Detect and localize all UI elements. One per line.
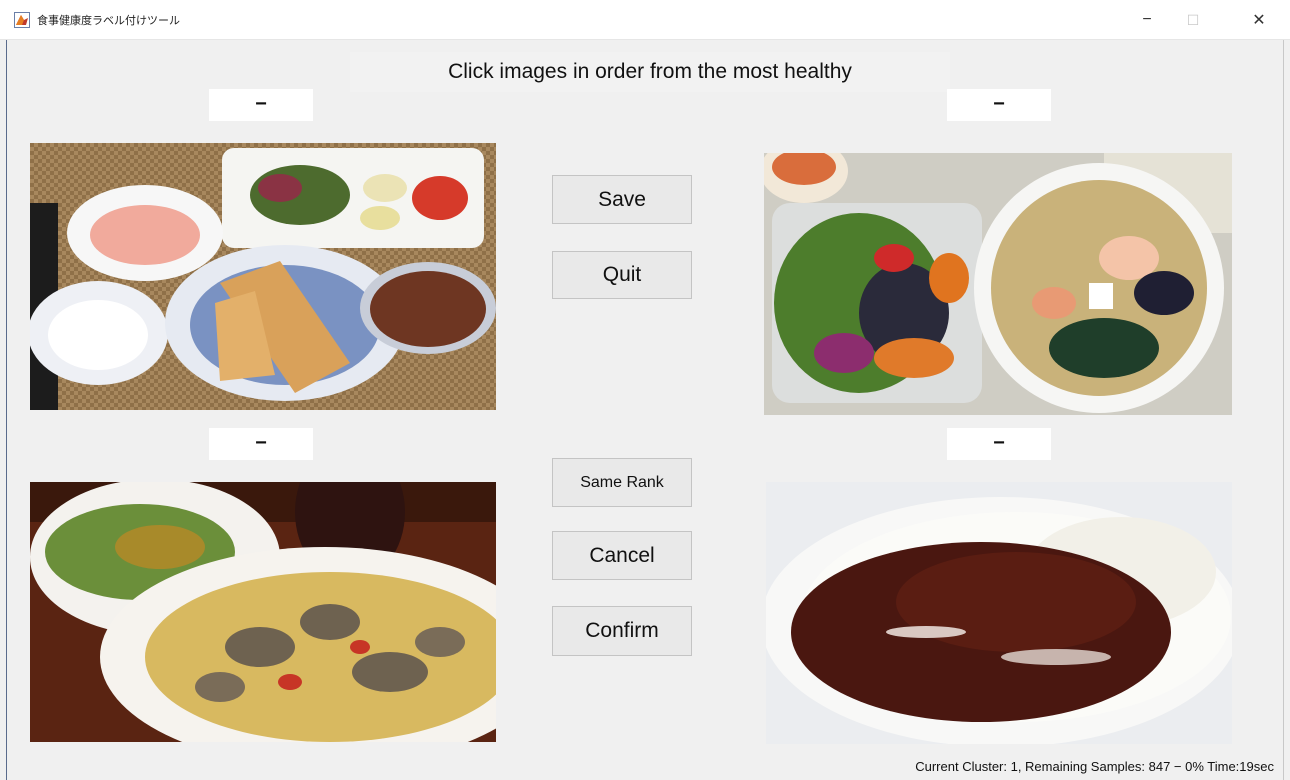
instruction-text: Click images in order from the most heal…	[350, 52, 950, 92]
minimize-icon[interactable]: −	[1124, 0, 1170, 40]
window-title: 食事健康度ラベル付けツール	[37, 15, 180, 27]
food-image-salad-noodles[interactable]	[764, 153, 1232, 415]
rank-label-bottom-right: −	[947, 428, 1051, 460]
rank-label-top-left: −	[209, 89, 313, 121]
food-image-breakfast[interactable]	[30, 143, 496, 410]
close-icon[interactable]: ✕	[1236, 0, 1282, 40]
save-button[interactable]: Save	[552, 175, 692, 224]
quit-button[interactable]: Quit	[552, 251, 692, 299]
same-rank-button[interactable]: Same Rank	[552, 458, 692, 507]
status-text: Current Cluster: 1, Remaining Samples: 8…	[915, 759, 1274, 774]
cancel-button[interactable]: Cancel	[552, 531, 692, 580]
confirm-button[interactable]: Confirm	[552, 606, 692, 656]
food-image-pasta[interactable]	[30, 482, 496, 742]
title-bar: 食事健康度ラベル付けツール − ☐ ✕	[0, 0, 1290, 40]
maximize-icon[interactable]: ☐	[1170, 0, 1216, 40]
food-image-curry[interactable]	[766, 482, 1232, 744]
rank-label-top-right: −	[947, 89, 1051, 121]
app-icon	[14, 12, 30, 28]
rank-label-bottom-left: −	[209, 428, 313, 460]
